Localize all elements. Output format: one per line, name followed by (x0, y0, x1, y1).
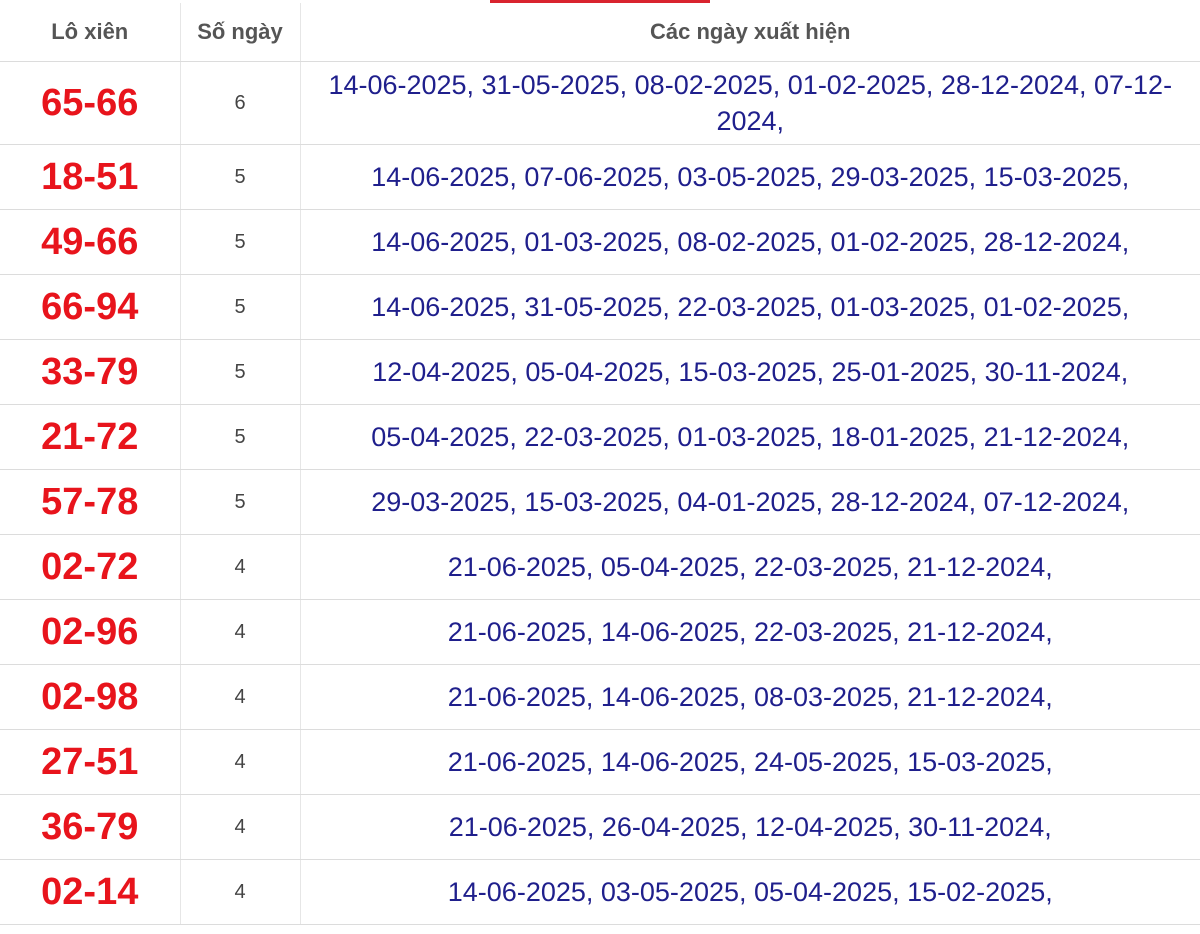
pair-cell: 21-72 (0, 404, 181, 470)
pair-cell: 66-94 (0, 274, 181, 340)
count-cell: 4 (180, 534, 301, 600)
dates-cell: 21-06-2025, 14-06-2025, 22-03-2025, 21-1… (300, 599, 1200, 665)
table-row: 02-72 4 21-06-2025, 05-04-2025, 22-03-20… (0, 534, 1200, 600)
pair-cell: 02-14 (0, 859, 181, 925)
table-row: 49-66 5 14-06-2025, 01-03-2025, 08-02-20… (0, 209, 1200, 275)
table-row: 57-78 5 29-03-2025, 15-03-2025, 04-01-20… (0, 469, 1200, 535)
dates-cell: 05-04-2025, 22-03-2025, 01-03-2025, 18-0… (300, 404, 1200, 470)
header-row: Lô xiên Số ngày Các ngày xuất hiện (0, 3, 1200, 62)
dates-cell: 21-06-2025, 26-04-2025, 12-04-2025, 30-1… (300, 794, 1200, 860)
pair-cell: 02-72 (0, 534, 181, 600)
count-cell: 5 (180, 469, 301, 535)
table-header: Lô xiên Số ngày Các ngày xuất hiện (0, 3, 1200, 62)
dates-cell: 29-03-2025, 15-03-2025, 04-01-2025, 28-1… (300, 469, 1200, 535)
count-cell: 5 (180, 144, 301, 210)
pair-cell: 18-51 (0, 144, 181, 210)
table-row: 65-66 6 14-06-2025, 31-05-2025, 08-02-20… (0, 61, 1200, 145)
dates-cell: 21-06-2025, 05-04-2025, 22-03-2025, 21-1… (300, 534, 1200, 600)
count-cell: 5 (180, 404, 301, 470)
table-row: 27-51 4 21-06-2025, 14-06-2025, 24-05-20… (0, 729, 1200, 795)
header-dates: Các ngày xuất hiện (300, 3, 1200, 62)
count-cell: 5 (180, 274, 301, 340)
table-row: 02-96 4 21-06-2025, 14-06-2025, 22-03-20… (0, 599, 1200, 665)
count-cell: 5 (180, 209, 301, 275)
pair-cell: 27-51 (0, 729, 181, 795)
count-cell: 4 (180, 794, 301, 860)
count-cell: 4 (180, 729, 301, 795)
pair-cell: 49-66 (0, 209, 181, 275)
table-row: 18-51 5 14-06-2025, 07-06-2025, 03-05-20… (0, 144, 1200, 210)
pair-cell: 36-79 (0, 794, 181, 860)
table-row: 36-79 4 21-06-2025, 26-04-2025, 12-04-20… (0, 794, 1200, 860)
pair-cell: 65-66 (0, 61, 181, 145)
dates-cell: 14-06-2025, 01-03-2025, 08-02-2025, 01-0… (300, 209, 1200, 275)
count-cell: 5 (180, 339, 301, 405)
dates-cell: 14-06-2025, 03-05-2025, 05-04-2025, 15-0… (300, 859, 1200, 925)
dates-cell: 21-06-2025, 14-06-2025, 24-05-2025, 15-0… (300, 729, 1200, 795)
table-body: 65-66 6 14-06-2025, 31-05-2025, 08-02-20… (0, 61, 1200, 925)
dates-cell: 12-04-2025, 05-04-2025, 15-03-2025, 25-0… (300, 339, 1200, 405)
table-row: 02-98 4 21-06-2025, 14-06-2025, 08-03-20… (0, 664, 1200, 730)
table-row: 02-14 4 14-06-2025, 03-05-2025, 05-04-20… (0, 859, 1200, 925)
header-days: Số ngày (180, 3, 301, 62)
header-pair: Lô xiên (0, 3, 181, 62)
dates-cell: 21-06-2025, 14-06-2025, 08-03-2025, 21-1… (300, 664, 1200, 730)
table-row: 21-72 5 05-04-2025, 22-03-2025, 01-03-20… (0, 404, 1200, 470)
pair-cell: 57-78 (0, 469, 181, 535)
count-cell: 4 (180, 664, 301, 730)
dates-cell: 14-06-2025, 31-05-2025, 22-03-2025, 01-0… (300, 274, 1200, 340)
table-row: 33-79 5 12-04-2025, 05-04-2025, 15-03-20… (0, 339, 1200, 405)
pair-cell: 02-96 (0, 599, 181, 665)
count-cell: 6 (180, 61, 301, 145)
lo-xien-table: Lô xiên Số ngày Các ngày xuất hiện 65-66… (0, 3, 1200, 925)
dates-cell: 14-06-2025, 31-05-2025, 08-02-2025, 01-0… (300, 61, 1200, 145)
pair-cell: 33-79 (0, 339, 181, 405)
count-cell: 4 (180, 599, 301, 665)
dates-cell: 14-06-2025, 07-06-2025, 03-05-2025, 29-0… (300, 144, 1200, 210)
count-cell: 4 (180, 859, 301, 925)
pair-cell: 02-98 (0, 664, 181, 730)
table-row: 66-94 5 14-06-2025, 31-05-2025, 22-03-20… (0, 274, 1200, 340)
